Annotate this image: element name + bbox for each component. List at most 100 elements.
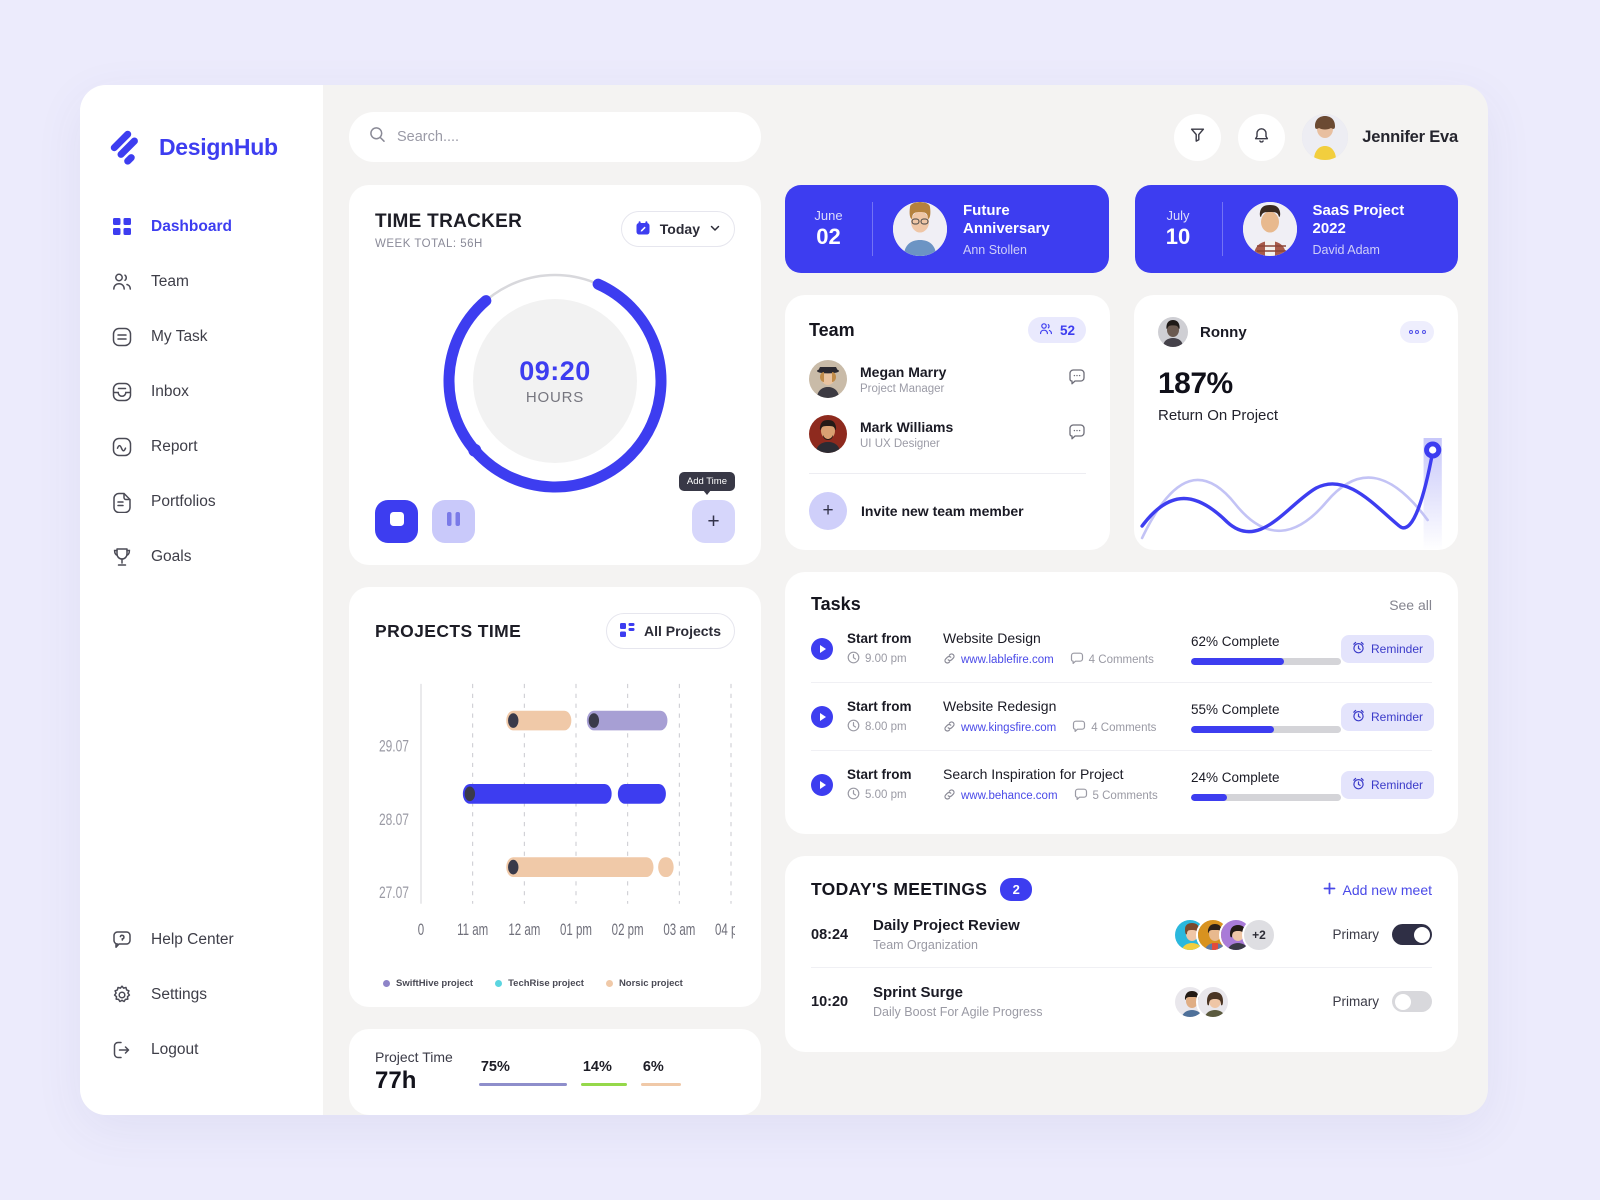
search-bar[interactable]	[349, 112, 761, 162]
play-icon[interactable]	[811, 638, 833, 660]
task-time: 8.00 pm	[847, 719, 943, 735]
toggle-knob	[1394, 993, 1411, 1010]
meeting-toggle[interactable]	[1392, 924, 1432, 945]
notification-button[interactable]	[1238, 113, 1286, 161]
task-link[interactable]: www.behance.com	[943, 788, 1058, 804]
sidebar-item-dashboard[interactable]: Dashboard	[80, 199, 323, 254]
task-comments[interactable]: 4 Comments	[1070, 652, 1154, 668]
gantt-bar-handle[interactable]	[588, 713, 600, 728]
legend-item[interactable]: Norsic project	[605, 978, 683, 989]
task-name: Website Redesign	[943, 698, 1057, 714]
search-input[interactable]	[397, 129, 741, 145]
see-all-link[interactable]: See all	[1389, 597, 1432, 613]
reminder-label: Reminder	[1371, 710, 1424, 724]
task-start-label: Start from	[847, 699, 912, 714]
task-row[interactable]: Start from 5.00 pm Search Inspiration for …	[811, 751, 1435, 818]
task-name: Search Inspiration for Project	[943, 766, 1124, 782]
legend-label: SwiftHive project	[396, 978, 474, 989]
meeting-row[interactable]: 10:20 Sprint Surge Daily Boost For Agile P…	[811, 968, 1432, 1034]
user-name: Jennifer Eva	[1362, 127, 1458, 146]
team-member-role: UI UX Designer	[860, 437, 940, 450]
task-comments[interactable]: 4 Comments	[1072, 720, 1156, 736]
task-row[interactable]: Start from 8.00 pm Website Redesign www.kin…	[811, 683, 1435, 751]
legend-color-dot	[605, 980, 613, 987]
attendee-avatars[interactable]	[1173, 984, 1230, 1019]
task-meta: www.behance.com 5 Comments	[943, 788, 1191, 804]
event-banners: June 02 Future Anniversary Ann Stollen J…	[785, 185, 1458, 273]
people-icon	[1039, 322, 1053, 339]
more-dots-icon[interactable]	[1400, 321, 1434, 343]
add-time-button[interactable]: +	[692, 500, 735, 543]
gantt-bar[interactable]	[617, 783, 666, 804]
sidebar-item-portfolios[interactable]: Portfolios	[80, 474, 323, 529]
gantt-bar[interactable]	[506, 857, 654, 877]
project-time-bar: 6%	[640, 1059, 681, 1086]
roi-percent: 187%	[1158, 367, 1233, 400]
team-member-role: Project Manager	[860, 382, 945, 395]
task-link[interactable]: www.lablefire.com	[943, 652, 1054, 668]
gantt-bar-handle[interactable]	[508, 859, 519, 875]
gantt-bar-handle[interactable]	[508, 713, 519, 728]
task-comments[interactable]: 5 Comments	[1074, 788, 1158, 804]
attendee-avatars[interactable]: +2	[1173, 917, 1276, 952]
team-member-row[interactable]: Megan Marry Project Manager	[809, 360, 1086, 398]
projects-time-header: PROJECTS TIME All Projects	[375, 613, 735, 649]
task-list-icon	[110, 325, 134, 349]
team-roi-row: Team 52 Megan Marry Project Manager Mark…	[785, 295, 1458, 550]
reminder-button[interactable]: Reminder	[1341, 771, 1435, 799]
time-range-dropdown[interactable]: Today	[620, 211, 735, 247]
legend-item[interactable]: SwiftHive project	[383, 978, 473, 989]
event-banner[interactable]: June 02 Future Anniversary Ann Stollen	[785, 185, 1109, 273]
play-icon[interactable]	[811, 774, 833, 796]
gantt-bar-handle[interactable]	[464, 786, 476, 802]
reminder-button[interactable]: Reminder	[1341, 635, 1435, 663]
meeting-toggle[interactable]	[1392, 991, 1432, 1012]
chat-bubble-icon[interactable]	[1068, 368, 1086, 391]
pause-button[interactable]	[432, 500, 475, 543]
tasks-card: Tasks See all Start from 9.00 pm Website D…	[785, 572, 1458, 834]
portfolio-document-icon	[110, 490, 134, 514]
add-time-wrap: Add Time +	[678, 472, 735, 543]
team-card: Team 52 Megan Marry Project Manager Mark…	[785, 295, 1110, 550]
user-profile[interactable]: Jennifer Eva	[1302, 114, 1458, 160]
sidebar-item-logout[interactable]: Logout	[80, 1022, 323, 1077]
sidebar-item-label: Dashboard	[151, 217, 232, 235]
legend-color-dot	[495, 980, 503, 987]
event-banner[interactable]: July 10 SaaS Project 2022 David Adam	[1134, 185, 1458, 273]
brand[interactable]: DesignHub	[80, 125, 323, 169]
task-time: 5.00 pm	[847, 787, 943, 803]
all-projects-filter[interactable]: All Projects	[605, 613, 735, 649]
gantt-bar[interactable]	[462, 783, 612, 804]
sidebar-item-settings[interactable]: Settings	[80, 967, 323, 1022]
reminder-button[interactable]: Reminder	[1341, 703, 1435, 731]
stop-button[interactable]	[375, 500, 418, 543]
reminder-label: Reminder	[1371, 642, 1424, 656]
invite-member-button[interactable]: + Invite new team member	[809, 492, 1086, 530]
team-count-badge[interactable]: 52	[1027, 317, 1086, 343]
sidebar-item-help-center[interactable]: Help Center	[80, 912, 323, 967]
chat-bubble-icon[interactable]	[1068, 423, 1086, 446]
team-member-info: Megan Marry Project Manager	[860, 364, 946, 395]
legend-item[interactable]: TechRise project	[495, 978, 584, 989]
sidebar-item-my-task[interactable]: My Task	[80, 309, 323, 364]
add-new-meet-button[interactable]: Add new meet	[1323, 882, 1432, 898]
play-icon[interactable]	[811, 706, 833, 728]
task-row[interactable]: Start from 9.00 pm Website Design www.lable…	[811, 615, 1435, 683]
meetings-header: TODAY'S MEETINGS 2 Add new meet	[811, 878, 1432, 901]
filter-button[interactable]	[1174, 113, 1222, 161]
right-column: June 02 Future Anniversary Ann Stollen J…	[785, 185, 1458, 1115]
gantt-bar[interactable]	[658, 857, 674, 877]
sidebar-item-report[interactable]: Report	[80, 419, 323, 474]
sidebar-item-goals[interactable]: Goals	[80, 529, 323, 584]
task-comments-label: 4 Comments	[1091, 722, 1157, 734]
sidebar-item-team[interactable]: Team	[80, 254, 323, 309]
sidebar-nav: Dashboard Team My Task Inbox Report Port…	[80, 199, 323, 584]
task-time-label: 5.00 pm	[865, 789, 907, 801]
team-member-row[interactable]: Mark Williams UI UX Designer	[809, 415, 1086, 453]
meetings-card: TODAY'S MEETINGS 2 Add new meet 08:24 Dai…	[785, 856, 1458, 1052]
sidebar-item-label: Report	[151, 437, 198, 455]
task-link[interactable]: www.kingsfire.com	[943, 720, 1056, 736]
roi-wave-chart	[1140, 438, 1442, 550]
sidebar-item-inbox[interactable]: Inbox	[80, 364, 323, 419]
meeting-row[interactable]: 08:24 Daily Project Review Team Organizati…	[811, 901, 1432, 968]
